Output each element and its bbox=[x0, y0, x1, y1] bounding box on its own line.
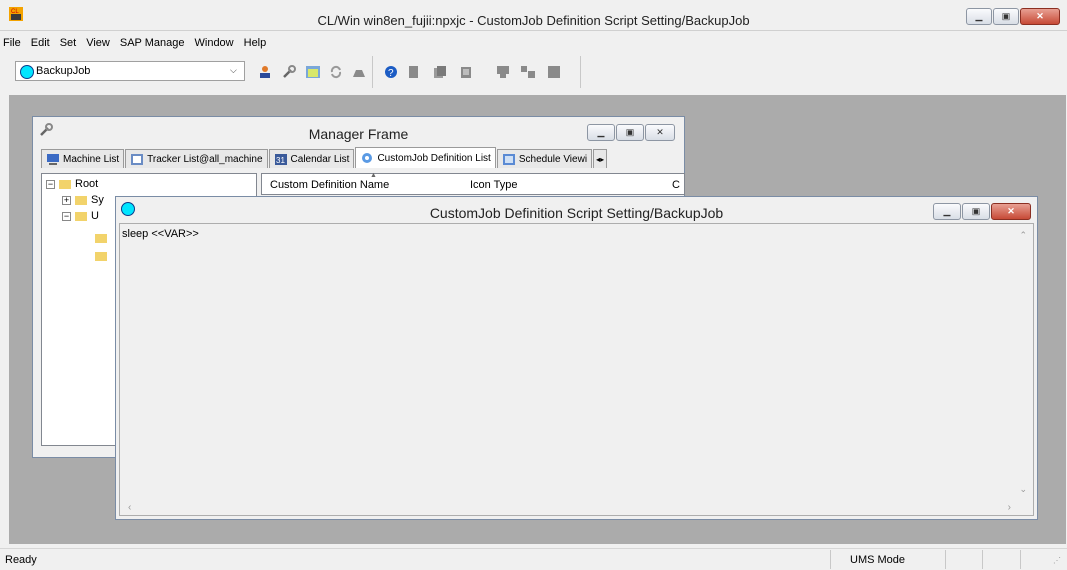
grid-icon[interactable] bbox=[546, 65, 562, 79]
tree-item[interactable]: + Sy bbox=[62, 194, 104, 206]
scroll-left-icon[interactable]: ‹ bbox=[128, 502, 131, 513]
close-button[interactable]: ✕ bbox=[991, 203, 1031, 220]
column-header-c[interactable]: C bbox=[672, 179, 680, 191]
document-edit-icon[interactable] bbox=[458, 65, 474, 79]
menu-file[interactable]: File bbox=[3, 37, 21, 53]
menu-view[interactable]: View bbox=[86, 37, 110, 53]
table-icon bbox=[131, 154, 144, 165]
tree-item-label: Sy bbox=[91, 194, 104, 206]
status-mode: UMS Mode bbox=[850, 554, 906, 566]
script-setting-window[interactable]: CustomJob Definition Script Setting/Back… bbox=[115, 196, 1038, 520]
restore-button[interactable]: ▣ bbox=[993, 8, 1019, 25]
column-header-icon-type[interactable]: Icon Type bbox=[470, 179, 518, 191]
tab-label: Schedule Viewi bbox=[518, 153, 588, 165]
script-window-title: CustomJob Definition Script Setting/Back… bbox=[429, 205, 724, 221]
sort-ascending-icon: ▲ bbox=[370, 172, 377, 179]
svg-text:31: 31 bbox=[276, 156, 285, 165]
tab-label: Calendar List bbox=[290, 153, 350, 165]
tab-calendar-list[interactable]: 31 Calendar List bbox=[268, 149, 355, 168]
tab-scroll-buttons: ◂ ▸ bbox=[593, 149, 608, 168]
help-icon[interactable]: ? bbox=[383, 65, 399, 79]
collapse-icon[interactable]: − bbox=[62, 211, 71, 221]
toolbar: BackupJob ⌵ ? bbox=[0, 56, 1067, 88]
folder-icon bbox=[95, 252, 107, 261]
document-stack-icon[interactable] bbox=[432, 65, 448, 79]
chevron-right-icon[interactable]: ▸ bbox=[600, 155, 604, 164]
scroll-down-icon[interactable]: ⌄ bbox=[1019, 484, 1027, 495]
definition-list-header: Custom Definition Name Icon Type C ▲ bbox=[261, 172, 685, 195]
main-title-bar: CL CL/Win win8en_fujii:npxjc - CustomJob… bbox=[0, 0, 1067, 31]
close-button[interactable]: ✕ bbox=[645, 124, 675, 141]
document-icon[interactable] bbox=[406, 65, 422, 79]
tree-root[interactable]: − Root bbox=[46, 178, 98, 190]
tab-label: Tracker List@all_machine bbox=[147, 153, 263, 165]
scroll-right-icon[interactable]: › bbox=[1008, 502, 1011, 513]
tab-customjob-definition-list[interactable]: CustomJob Definition List bbox=[355, 147, 496, 168]
gear-icon bbox=[362, 153, 373, 163]
job-select[interactable]: BackupJob ⌵ bbox=[15, 61, 245, 81]
grid-icon bbox=[502, 154, 515, 165]
restore-button[interactable]: ▣ bbox=[616, 124, 644, 141]
tab-label: Machine List bbox=[63, 153, 120, 165]
monitor-icon[interactable] bbox=[351, 65, 367, 79]
minimize-button[interactable]: ▁ bbox=[587, 124, 615, 141]
svg-text:?: ? bbox=[388, 68, 394, 79]
column-header-name[interactable]: Custom Definition Name bbox=[270, 179, 389, 191]
expand-icon[interactable]: + bbox=[62, 195, 71, 205]
calendar-icon: 31 bbox=[274, 154, 287, 165]
script-editor[interactable]: sleep <<VAR>> ⌃ ⌄ ‹ › bbox=[119, 223, 1034, 516]
status-bar: Ready UMS Mode ⋰ bbox=[0, 548, 1067, 570]
tree-item[interactable]: − U bbox=[62, 210, 99, 222]
job-run-icon[interactable] bbox=[496, 65, 512, 79]
restore-button[interactable]: ▣ bbox=[962, 203, 990, 220]
folder-icon bbox=[75, 212, 87, 221]
close-button[interactable]: ✕ bbox=[1020, 8, 1060, 25]
collapse-icon[interactable]: − bbox=[46, 179, 55, 189]
manager-tabs: Machine List Tracker List@all_machine 31… bbox=[41, 147, 608, 169]
menu-help[interactable]: Help bbox=[244, 37, 267, 53]
folder-icon bbox=[75, 196, 87, 205]
refresh-icon[interactable] bbox=[328, 65, 344, 79]
job-transfer-icon[interactable] bbox=[520, 65, 536, 79]
script-content: sleep <<VAR>> bbox=[122, 228, 199, 240]
user-icon[interactable] bbox=[257, 65, 273, 79]
tree-root-label: Root bbox=[75, 178, 99, 190]
window-title: CL/Win win8en_fujii:npxjc - CustomJob De… bbox=[317, 13, 750, 28]
wrench-icon[interactable] bbox=[281, 65, 297, 79]
tree-item-label: U bbox=[91, 210, 99, 222]
calendar-icon[interactable] bbox=[305, 65, 321, 79]
menu-set[interactable]: Set bbox=[60, 37, 77, 53]
resize-grip-icon[interactable]: ⋰ bbox=[1053, 556, 1061, 565]
job-select-value: BackupJob bbox=[36, 65, 91, 77]
minimize-button[interactable]: ▁ bbox=[966, 8, 992, 25]
tab-label: CustomJob Definition List bbox=[377, 152, 491, 164]
tab-schedule-viewer[interactable]: Schedule Viewi bbox=[496, 149, 593, 168]
menu-edit[interactable]: Edit bbox=[31, 37, 50, 53]
menu-bar: File Edit Set View SAP Manage Window Hel… bbox=[0, 37, 266, 53]
job-circle-icon bbox=[20, 65, 34, 79]
tab-tracker-list[interactable]: Tracker List@all_machine bbox=[125, 149, 268, 168]
scroll-up-icon[interactable]: ⌃ bbox=[1019, 230, 1027, 241]
folder-icon bbox=[95, 234, 107, 243]
tab-machine-list[interactable]: Machine List bbox=[41, 149, 125, 168]
status-text: Ready bbox=[5, 554, 37, 566]
folder-icon bbox=[59, 180, 71, 189]
computer-icon bbox=[47, 154, 59, 165]
chevron-down-icon[interactable]: ⌵ bbox=[230, 65, 237, 76]
minimize-button[interactable]: ▁ bbox=[933, 203, 961, 220]
menu-sap-manage[interactable]: SAP Manage bbox=[120, 37, 185, 53]
menu-window[interactable]: Window bbox=[195, 37, 234, 53]
